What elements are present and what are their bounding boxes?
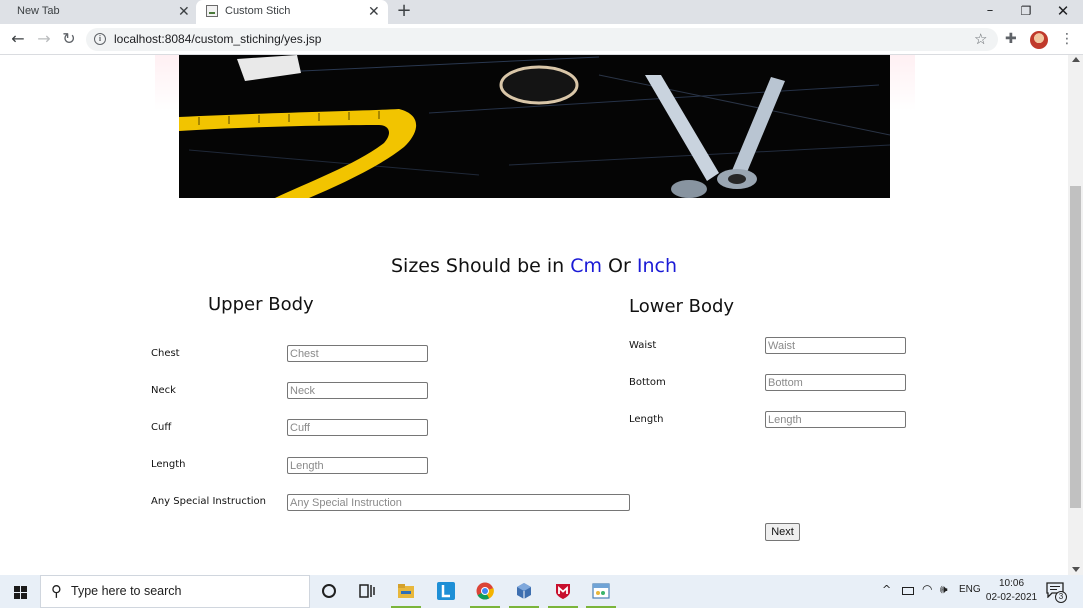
- bottom-input[interactable]: [765, 374, 906, 391]
- tab-close-icon[interactable]: ✕: [368, 2, 380, 20]
- windows-logo-icon: [21, 586, 27, 592]
- clock-date: 02-02-2021: [985, 592, 1038, 603]
- tab-custom-stich[interactable]: Custom Stich ✕: [196, 0, 388, 24]
- l-app-icon[interactable]: [427, 575, 465, 608]
- file-explorer-icon[interactable]: [387, 575, 425, 608]
- waist-label: Waist: [629, 340, 657, 351]
- sizes-unit-heading: Sizes Should be in Cm Or Inch: [0, 255, 1068, 277]
- scroll-thumb[interactable]: [1070, 186, 1081, 508]
- extensions-puzzle-icon[interactable]: ✚: [1005, 30, 1017, 48]
- lower-length-input[interactable]: [765, 411, 906, 428]
- battery-icon[interactable]: [902, 587, 914, 595]
- cuff-label: Cuff: [151, 422, 172, 433]
- paint-icon[interactable]: [582, 575, 620, 608]
- notification-count-badge: 3: [1055, 591, 1067, 603]
- upper-body-title: Upper Body: [208, 294, 314, 315]
- reload-button[interactable]: ↻: [60, 30, 78, 48]
- address-bar[interactable]: i localhost:8084/custom_stiching/yes.jsp…: [86, 28, 998, 51]
- minimize-window-button[interactable]: –: [975, 2, 1005, 20]
- restore-window-button[interactable]: ❐: [1011, 2, 1041, 20]
- neck-input[interactable]: [287, 382, 428, 399]
- forward-button[interactable]: →: [35, 30, 53, 48]
- chest-input[interactable]: [287, 345, 428, 362]
- package-icon[interactable]: [505, 575, 543, 608]
- neck-label: Neck: [151, 385, 176, 396]
- back-button[interactable]: ←: [9, 30, 27, 48]
- heading-middle: Or: [602, 255, 637, 277]
- special-instruction-input[interactable]: [287, 494, 630, 511]
- page-viewport: Sizes Should be in Cm Or Inch Upper Body…: [0, 55, 1068, 575]
- scroll-down-arrow-icon[interactable]: [1072, 567, 1080, 572]
- heading-prefix: Sizes Should be in: [390, 255, 571, 277]
- upper-length-input[interactable]: [287, 457, 428, 474]
- cortana-icon[interactable]: [310, 575, 348, 608]
- taskbar-search-box[interactable]: ⚲ Type here to search: [40, 575, 310, 608]
- unit-inch: Inch: [636, 255, 678, 277]
- tab-close-icon[interactable]: ✕: [178, 2, 190, 20]
- cuff-input[interactable]: [287, 419, 428, 436]
- volume-icon[interactable]: 🕪: [940, 582, 948, 597]
- tab-title: New Tab: [17, 5, 60, 17]
- task-view-icon[interactable]: [348, 575, 386, 608]
- browser-menu-icon[interactable]: ⋮: [1060, 30, 1074, 48]
- tailoring-banner-image: [179, 55, 890, 198]
- windows-logo-icon: [14, 586, 20, 592]
- next-button[interactable]: Next: [765, 523, 800, 541]
- search-icon: ⚲: [51, 582, 62, 600]
- banner-illustration: [179, 55, 890, 198]
- browser-toolbar: ← → ↻ i localhost:8084/custom_stiching/y…: [0, 24, 1083, 55]
- windows-start-button[interactable]: [0, 575, 40, 608]
- page-scrollbar[interactable]: [1068, 55, 1083, 575]
- waist-input[interactable]: [765, 337, 906, 354]
- tab-new-tab[interactable]: New Tab ✕: [0, 0, 196, 24]
- search-placeholder: Type here to search: [71, 584, 182, 598]
- close-window-button[interactable]: ✕: [1048, 2, 1078, 20]
- lower-body-title: Lower Body: [629, 296, 735, 317]
- clock-time: 10:06: [998, 578, 1025, 589]
- special-instruction-label: Any Special Instruction: [151, 496, 267, 507]
- bottom-label: Bottom: [629, 377, 666, 388]
- browser-tab-bar: New Tab ✕ Custom Stich ✕ + – ❐ ✕: [0, 0, 1083, 24]
- mcafee-icon[interactable]: [544, 575, 582, 608]
- chest-label: Chest: [151, 348, 180, 359]
- lower-length-label: Length: [629, 414, 664, 425]
- new-tab-button[interactable]: +: [395, 1, 413, 21]
- chrome-icon[interactable]: [466, 575, 504, 608]
- bookmark-star-icon[interactable]: ☆: [974, 29, 987, 49]
- site-info-icon[interactable]: i: [94, 33, 106, 45]
- url-text[interactable]: localhost:8084/custom_stiching/yes.jsp: [114, 32, 321, 46]
- upper-length-label: Length: [151, 459, 186, 470]
- unit-cm: Cm: [570, 255, 603, 277]
- windows-taskbar: ⚲ Type here to search ^ ◠ 🕪 ENG 10:06 02…: [0, 575, 1083, 608]
- scroll-up-arrow-icon[interactable]: [1072, 57, 1080, 62]
- language-indicator[interactable]: ENG: [959, 584, 981, 595]
- wifi-icon[interactable]: ◠: [922, 582, 932, 596]
- clock[interactable]: 10:06 02-02-2021: [984, 577, 1039, 605]
- show-hidden-icons-icon[interactable]: ^: [882, 583, 891, 596]
- windows-logo-icon: [14, 593, 20, 599]
- tab-title: Custom Stich: [225, 5, 291, 17]
- page-favicon-icon: [206, 5, 218, 17]
- profile-avatar[interactable]: [1030, 31, 1048, 49]
- windows-logo-icon: [21, 593, 27, 599]
